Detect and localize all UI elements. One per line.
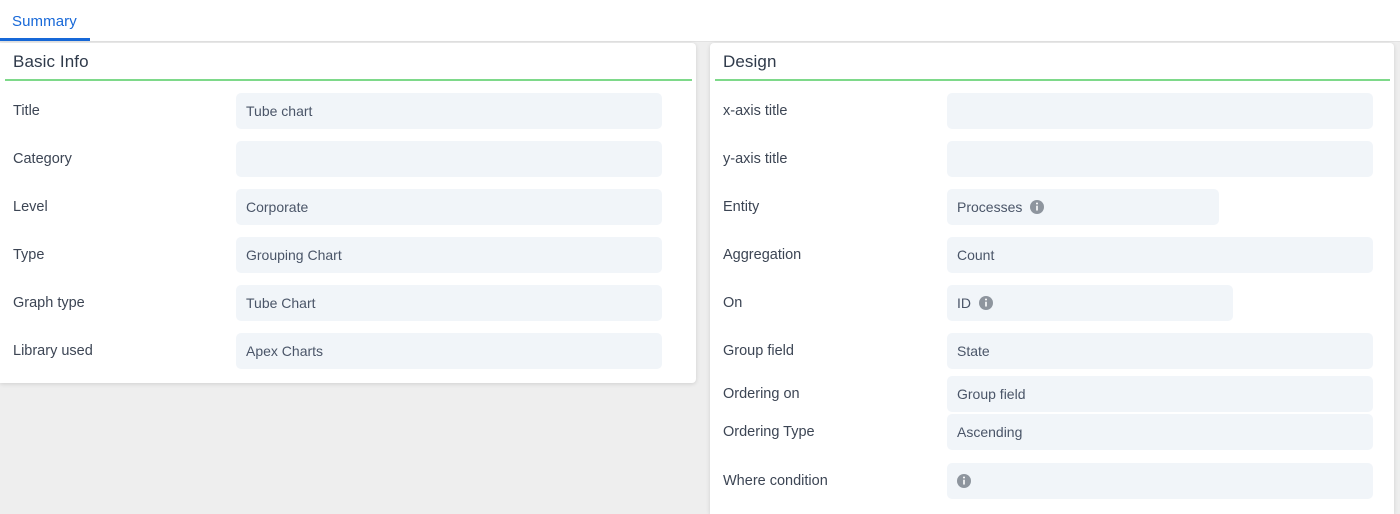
panel-design-header: Design [710, 43, 1394, 81]
panel-design-title: Design [723, 52, 777, 71]
field-value-type: Grouping Chart [246, 247, 342, 263]
form-row-where-condition: Where condition [710, 457, 1394, 505]
field-label-title: Title [13, 103, 40, 119]
field-input-group-field[interactable]: State [947, 333, 1373, 369]
field-label-type: Type [13, 247, 45, 263]
tab-active-indicator [0, 38, 90, 41]
field-value-level: Corporate [246, 199, 309, 215]
field-input-category[interactable] [236, 141, 662, 177]
form-row-on: On ID [710, 279, 1394, 327]
form-row-level: Level Corporate [0, 183, 696, 231]
panel-design-body: x-axis title y-axis title Entity Process… [710, 81, 1394, 505]
field-input-where-condition[interactable] [947, 463, 1373, 499]
field-label-entity: Entity [723, 199, 760, 215]
tab-summary[interactable]: Summary [0, 0, 99, 42]
app-page: Summary Basic Info Title Tube chart Cate… [0, 0, 1400, 514]
form-row-ordering-type: Ordering Type Ascending [710, 413, 1394, 451]
field-value-ordering-on: Group field [957, 386, 1026, 402]
field-value-on: ID [957, 295, 971, 311]
tab-bar: Summary [0, 0, 1400, 42]
field-value-entity: Processes [957, 199, 1023, 215]
field-value-group-field: State [957, 343, 990, 359]
field-label-library-used: Library used [13, 343, 93, 359]
tab-summary-label: Summary [12, 12, 77, 30]
field-input-graph-type[interactable]: Tube Chart [236, 285, 662, 321]
field-label-where-condition: Where condition [723, 473, 828, 489]
form-row-aggregation: Aggregation Count [710, 231, 1394, 279]
panel-basic-info-title: Basic Info [13, 52, 89, 71]
form-row-type: Type Grouping Chart [0, 231, 696, 279]
info-icon[interactable] [1030, 200, 1045, 214]
field-label-group-field: Group field [723, 343, 794, 359]
form-row-ordering-on: Ordering on Group field [710, 375, 1394, 413]
form-row-category: Category [0, 135, 696, 183]
form-row-group-field: Group field State [710, 327, 1394, 375]
form-row-title: Title Tube chart [0, 87, 696, 135]
field-value-ordering-type: Ascending [957, 424, 1023, 440]
field-input-entity[interactable]: Processes [947, 189, 1219, 225]
field-input-ordering-on[interactable]: Group field [947, 376, 1373, 412]
panel-basic-info: Basic Info Title Tube chart Category Lev… [0, 43, 696, 383]
field-label-category: Category [13, 151, 72, 167]
field-input-title[interactable]: Tube chart [236, 93, 662, 129]
field-input-type[interactable]: Grouping Chart [236, 237, 662, 273]
field-label-on: On [723, 295, 743, 311]
form-row-graph-type: Graph type Tube Chart [0, 279, 696, 327]
field-label-ordering-type: Ordering Type [723, 424, 815, 440]
field-input-aggregation[interactable]: Count [947, 237, 1373, 273]
panel-basic-info-header: Basic Info [0, 43, 696, 81]
field-input-x-axis-title[interactable] [947, 93, 1373, 129]
form-row-library-used: Library used Apex Charts [0, 327, 696, 375]
form-row-x-axis-title: x-axis title [710, 87, 1394, 135]
field-value-title: Tube chart [246, 103, 313, 119]
panel-basic-info-body: Title Tube chart Category Level Corporat… [0, 81, 696, 375]
field-value-aggregation: Count [957, 247, 995, 263]
form-row-y-axis-title: y-axis title [710, 135, 1394, 183]
field-input-level[interactable]: Corporate [236, 189, 662, 225]
field-label-aggregation: Aggregation [723, 247, 802, 263]
field-label-graph-type: Graph type [13, 295, 85, 311]
field-label-level: Level [13, 199, 48, 215]
field-input-y-axis-title[interactable] [947, 141, 1373, 177]
field-value-graph-type: Tube Chart [246, 295, 316, 311]
field-label-ordering-on: Ordering on [723, 386, 800, 402]
info-icon[interactable] [979, 296, 993, 310]
field-value-library-used: Apex Charts [246, 343, 324, 359]
form-row-entity: Entity Processes [710, 183, 1394, 231]
field-label-y-axis-title: y-axis title [723, 151, 788, 167]
field-label-x-axis-title: x-axis title [723, 103, 788, 119]
info-icon[interactable] [957, 474, 971, 488]
field-input-on[interactable]: ID [947, 285, 1233, 321]
panel-design: Design x-axis title y-axis title Entity … [710, 43, 1394, 514]
field-input-ordering-type[interactable]: Ascending [947, 414, 1373, 450]
field-input-library-used[interactable]: Apex Charts [236, 333, 662, 369]
